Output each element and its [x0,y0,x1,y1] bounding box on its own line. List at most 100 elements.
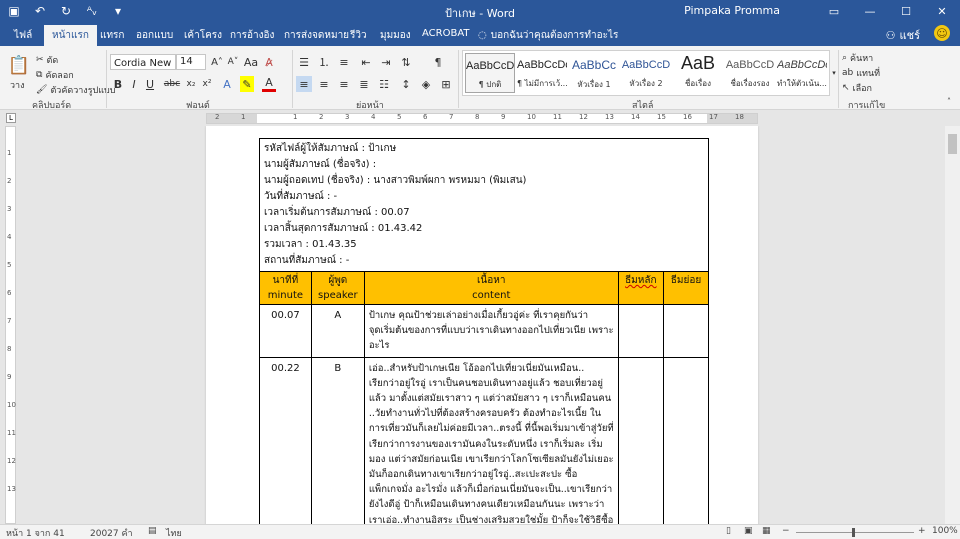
tab-references[interactable]: การอ้างอิง [222,25,282,46]
style-title[interactable]: AaB ชื่อเรื่อง [673,53,723,93]
ribbon-display-options-icon[interactable]: ▭ [816,0,852,22]
tab-view[interactable]: มุมมอง [372,25,419,46]
zoom-out-icon[interactable]: − [782,526,790,536]
tab-review[interactable]: รีวิว [342,25,375,46]
document-page[interactable]: รหัสไฟล์ผู้ให้สัมภาษณ์ : ป้าเกษ นามผู้สั… [206,126,758,524]
show-formatting-marks-icon[interactable]: ¶ [430,54,446,70]
minimize-button[interactable]: — [852,0,888,22]
italic-icon[interactable]: I [128,76,140,92]
main-theme-cell[interactable] [617,356,664,524]
scrollbar-thumb[interactable] [948,134,957,154]
minute-cell[interactable]: 00.22 [259,356,312,524]
borders-icon[interactable]: ⊞ [438,76,454,92]
web-layout-icon[interactable]: ▦ [762,526,771,536]
font-size-box[interactable]: 14 [176,54,206,70]
zoom-slider-thumb[interactable] [852,528,855,537]
page-count[interactable]: หน้า 1 จาก 41 [6,526,65,539]
word-count[interactable]: 20027 คำ [90,526,133,539]
tell-me-box[interactable]: ◌ บอกฉันว่าคุณต้องการทำอะไร [478,28,618,43]
language-indicator[interactable]: ไทย [166,526,182,539]
speaker-cell[interactable]: A [310,304,365,358]
copy-button[interactable]: ⧉ คัดลอก [36,68,74,82]
paste-button[interactable]: วาง [10,78,25,92]
bold-icon[interactable]: B [112,76,124,92]
align-center-icon[interactable]: ≡ [316,76,332,92]
tab-acrobat[interactable]: ACROBAT [414,25,478,46]
interview-info-cell[interactable]: รหัสไฟล์ผู้ให้สัมภาษณ์ : ป้าเกษ นามผู้สั… [259,138,709,272]
column-header-content[interactable]: เนื้อหา content [363,271,619,305]
font-color-icon[interactable]: A [262,76,276,92]
proofing-icon[interactable]: ▤ [148,526,157,536]
bullets-icon[interactable]: ☰ [296,54,312,70]
clear-formatting-icon[interactable]: A̷ [262,54,276,70]
strikethrough-icon[interactable]: abc [164,76,180,92]
font-name-box[interactable]: Cordia New (เนื้ [110,54,176,70]
share-button[interactable]: ⚇ แชร์ [886,26,920,44]
paste-icon[interactable]: 📋 [8,52,30,78]
styles-more-icon[interactable]: ▾ [830,50,838,96]
tab-file[interactable]: ไฟล์ [6,25,40,46]
vertical-ruler[interactable]: 1 2 3 4 5 6 7 8 9 10 11 12 13 [5,126,16,524]
line-spacing-icon[interactable]: ↕ [398,76,414,92]
tab-insert[interactable]: แทรก [92,25,132,46]
vertical-scrollbar[interactable] [945,126,960,524]
align-left-icon[interactable]: ≡ [296,76,312,92]
signed-in-user[interactable]: Pimpaka Promma [684,4,780,17]
column-header-minute[interactable]: นาทีที่ minute [259,271,312,305]
replace-button[interactable]: ab แทนที่ [842,66,880,80]
spelling-icon[interactable]: ᴬᵥ [84,3,100,19]
tab-home[interactable]: หน้าแรก [44,25,97,46]
multilevel-list-icon[interactable]: ≡ [336,54,352,70]
increase-indent-icon[interactable]: ⇥ [378,54,394,70]
customize-qat-icon[interactable]: ▾ [110,3,126,19]
column-header-main-theme[interactable]: ธีมหลัก [617,271,664,305]
print-layout-icon[interactable]: ▣ [744,526,753,536]
find-button[interactable]: ⌕ ค้นหา [842,51,873,65]
decrease-indent-icon[interactable]: ⇤ [358,54,374,70]
sort-icon[interactable]: ⇅ [398,54,414,70]
column-header-speaker[interactable]: ผู้พูด speaker [310,271,365,305]
close-button[interactable]: ✕ [924,0,960,22]
underline-icon[interactable]: U [144,76,156,92]
style-subtitle[interactable]: AaBbCcD ชื่อเรื่องรอง [725,53,775,93]
content-cell[interactable]: เอ่อ..สำหรับป้าเกษเนีย โอ้ออกไปเที่ยวเนี… [363,356,619,524]
column-header-sub-theme[interactable]: ธีมย่อย [662,271,710,305]
thai-distributed-icon[interactable]: ☷ [376,76,392,92]
change-case-icon[interactable]: Aa [244,54,258,70]
text-effects-icon[interactable]: A [220,76,234,92]
highlight-color-icon[interactable]: ✎ [240,76,254,92]
cut-button[interactable]: ✂ ตัด [36,53,58,67]
tab-design[interactable]: ออกแบบ [128,25,181,46]
save-icon[interactable]: ▣ [6,3,22,19]
align-right-icon[interactable]: ≡ [336,76,352,92]
main-theme-cell[interactable] [617,304,664,358]
superscript-icon[interactable]: x² [200,76,214,92]
shrink-font-icon[interactable]: A˅ [226,54,240,70]
feedback-smiley-icon[interactable]: ☺ [934,25,950,41]
read-mode-icon[interactable]: ▯ [726,526,731,536]
minute-cell[interactable]: 00.07 [259,304,312,358]
shading-icon[interactable]: ◈ [418,76,434,92]
redo-icon[interactable]: ↻ [58,3,74,19]
select-button[interactable]: ↖ เลือก [842,81,872,95]
zoom-level[interactable]: 100% [932,526,958,536]
sub-theme-cell[interactable] [662,356,710,524]
justify-icon[interactable]: ≣ [356,76,372,92]
tab-selector[interactable]: L [6,113,16,123]
horizontal-ruler[interactable]: 2 1 1 2 3 4 5 6 7 8 9 10 11 12 13 14 15 16 17 18 [206,113,758,124]
style-heading-2[interactable]: AaBbCcD หัวเรื่อง 2 [621,53,671,93]
zoom-slider[interactable] [796,532,914,533]
format-painter-button[interactable]: 🖌 ตัวคัดวางรูปแบบ [36,83,115,97]
content-cell[interactable]: ป้าเกษ คุณป้าช่วยเล่าอย่างเมื่อเกี้ยวอู่… [363,304,619,358]
subscript-icon[interactable]: x₂ [184,76,198,92]
grow-font-icon[interactable]: A˄ [210,54,224,70]
numbering-icon[interactable]: ⒈ [316,54,332,70]
speaker-cell[interactable]: B [310,356,365,524]
style-normal[interactable]: AaBbCcDc ¶ ปกติ [465,53,515,93]
zoom-in-icon[interactable]: + [918,526,926,536]
collapse-ribbon-icon[interactable]: ˄ [944,96,954,106]
maximize-button[interactable]: ☐ [888,0,924,22]
style-no-spacing[interactable]: AaBbCcDc ¶ ไม่มีการเว้... [517,53,567,93]
style-heading-1[interactable]: AaBbCc หัวเรื่อง 1 [569,53,619,93]
undo-icon[interactable]: ↶ [32,3,48,19]
